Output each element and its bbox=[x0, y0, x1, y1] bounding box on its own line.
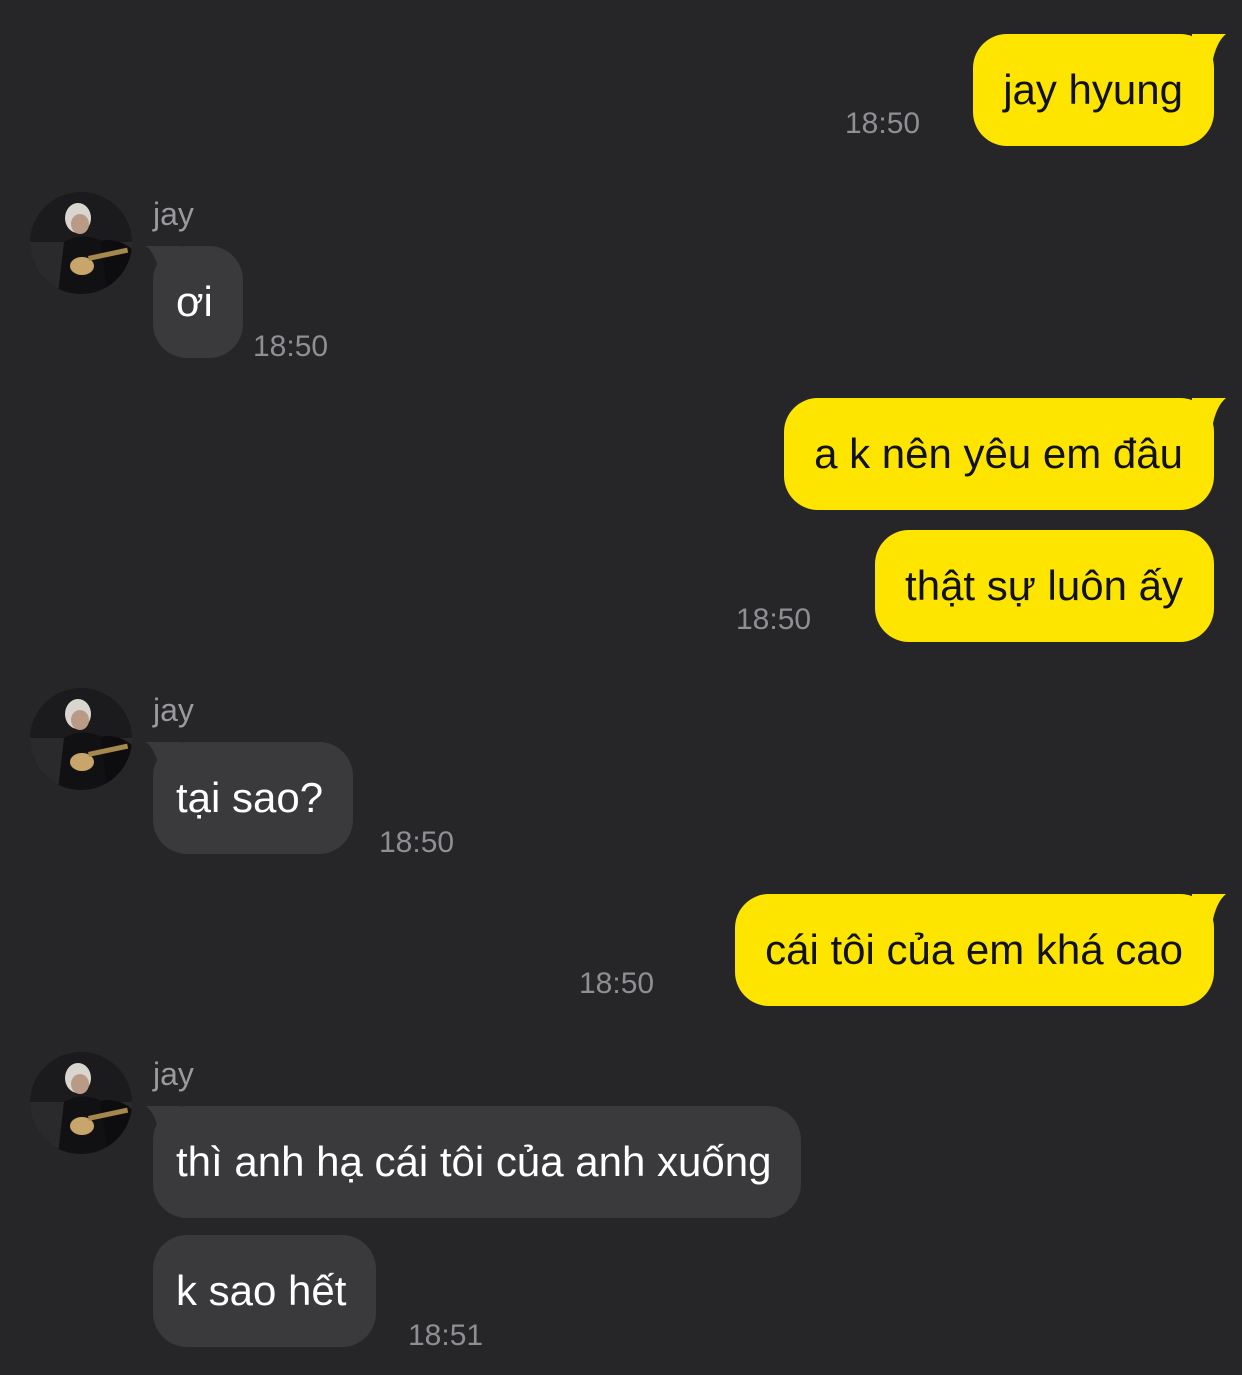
contact-name: jay bbox=[153, 1056, 194, 1092]
sent-bubble[interactable]: cái tôi của em khá cao bbox=[735, 894, 1214, 1006]
message-timestamp: 18:50 bbox=[845, 107, 921, 140]
contact-name: jay bbox=[153, 692, 194, 728]
bubble-tail-icon bbox=[1192, 34, 1226, 64]
contact-name: jay bbox=[153, 196, 194, 232]
sent-bubble[interactable]: a k nên yêu em đâu bbox=[784, 398, 1214, 510]
contact-avatar[interactable] bbox=[30, 192, 132, 294]
message-timestamp: 18:50 bbox=[253, 330, 329, 363]
message-timestamp: 18:50 bbox=[579, 967, 655, 1000]
contact-avatar[interactable] bbox=[30, 1052, 132, 1154]
contact-avatar[interactable] bbox=[30, 688, 132, 790]
received-bubble[interactable]: k sao hết bbox=[153, 1235, 377, 1347]
bubble-tail-icon bbox=[1192, 398, 1226, 428]
received-bubble[interactable]: tại sao? bbox=[153, 742, 354, 854]
message-timestamp: 18:51 bbox=[408, 1319, 484, 1352]
received-bubble[interactable]: thì anh hạ cái tôi của anh xuống bbox=[153, 1106, 802, 1218]
message-timestamp: 18:50 bbox=[736, 603, 812, 636]
message-timestamp: 18:50 bbox=[379, 826, 455, 859]
sent-bubble[interactable]: jay hyung bbox=[973, 34, 1214, 146]
received-bubble[interactable]: ơi bbox=[153, 246, 243, 358]
sent-bubble[interactable]: thật sự luôn ấy bbox=[875, 530, 1214, 642]
bubble-tail-icon bbox=[1192, 894, 1226, 924]
